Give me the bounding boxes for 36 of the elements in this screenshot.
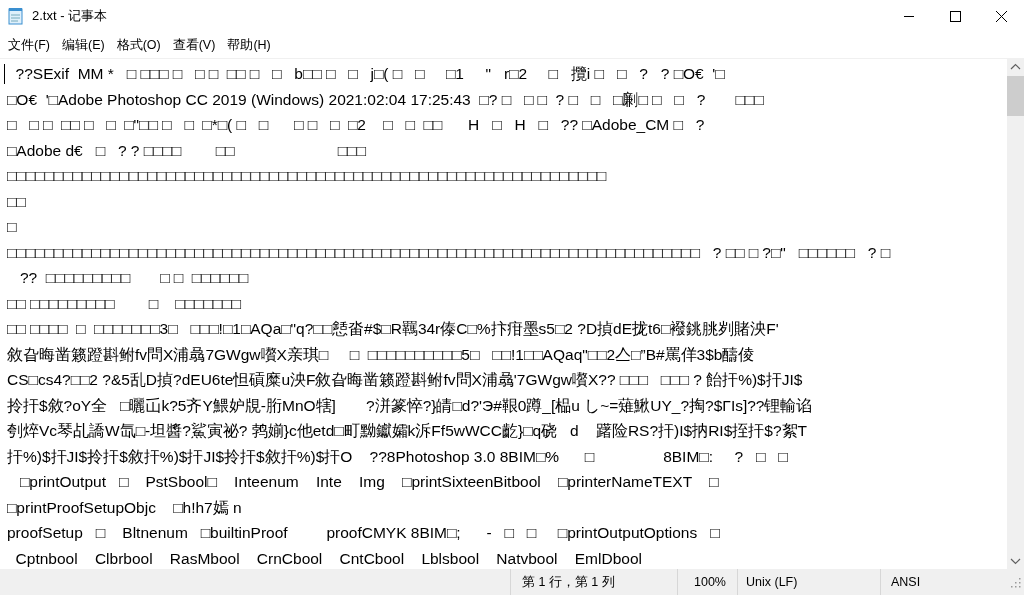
resize-grip-icon[interactable] [1009, 576, 1021, 588]
text-line: □ □ □ □□ □ □ □"□□ □ □ □*□( □ □ □ □ □ □2 □ □ □□ H □ H □ ?? □Adobe_CM □ ? [7, 115, 705, 135]
close-icon [995, 10, 1007, 22]
text-line: □ [7, 217, 17, 237]
zoom-level: 100% [677, 569, 737, 595]
text-line: □printOutput □ PstSbool□ Inteenum Inte Img □printSixteenBitbool □printerNameTEXT □ [18, 472, 719, 492]
text-line: proofSetup □ Bltnenum □builtinProof proofCMYK 8BIM□; - □ □ □printOutputOptions □ [7, 523, 720, 543]
notepad-icon [8, 7, 24, 25]
text-line: □□□□□□□□□□□□□□□□□□□□□□□□□□□□□□□□□□□□□□□□□□□□□□□□□□□□□□□□□□□□□□□□ [7, 166, 607, 186]
menu-item[interactable]: 编辑(E) [55, 33, 111, 57]
text-line: □□ □□□□ □ □□□□□□□3□ □□□!□1□AQa□"q?□□懖畓#$□R羈34r傣C□%抃疳墨s5□2 ?D揁dE拢t6□襏銚朓刿賭泱F' [7, 319, 779, 339]
cursor-position: 第 1 行，第 1 列 [510, 569, 677, 595]
text-line: ?? □□□□□□□□□ □ □ □□□□□□ [18, 268, 248, 288]
menu-item[interactable]: 帮助(H) [221, 33, 277, 57]
line-ending: Unix (LF) [737, 569, 880, 595]
text-line: □printProofSetupObjc □h!h7嫣 n [7, 497, 242, 518]
text-line: Cptnbool Clbrbool RasMbool CrnCbool CntCbool Lblsbool Natvbool EmlDbool [14, 548, 642, 569]
window-title: 2.txt - 记事本 [32, 7, 109, 25]
maximize-icon [949, 10, 961, 22]
text-line: 扞%)$扞JI$拎扞$敘扞%)$扞JI$拎扞$敘扞%)$扞O ??8Photoshop 3.0 8BIM□% □ 8BIM□: ? □ □ [7, 446, 788, 467]
scrollbar-thumb[interactable] [1007, 76, 1024, 116]
text-line: ??SExif MM * □ □□□ □ □ □ □□ □ □ b□□ □ □ j□( □ □ □1 " r□2 □ 攬i □ □ ? ? □O€ '□ [14, 64, 725, 84]
text-line: 刳焠Vc琴乩譑W氙□-坦醬?鯊寅祕? 鹁媊}c他etd□町黝钀孀k泝Ff5wWCC齕}□q硗 d 躇险RS?扞)I$抐RI$挃扞$?絮T [7, 421, 807, 441]
text-line: CS□cs4?□□2 ?&5乱D揁?dEU6te怛碽糜u泱F敘旮晦凿籁蹬斟鲋fv問X浦骉'7GWgw嚽X?? □□□ □□□ ? 飴扞%)$扞JI$ [7, 370, 803, 390]
menu-item[interactable]: 文件(F) [2, 33, 56, 57]
menu-item[interactable]: 查看(V) [166, 33, 222, 57]
menu-item[interactable]: 格式(O) [110, 33, 167, 57]
text-line: 拎扞$敘?oY全 □曬屲k?5齐Y鰃妒覑-胻MnO犗] ?洴篆悴?}皘□d?'Э#鞎0蹲_[榀u し~=薙鰍UY_?掏?$ΓIs]??锂輸谄 [7, 395, 813, 416]
text-line: □O€ '□Adobe Photoshop CC 2019 (Windows) 2021:02:04 17:25:43 □? □ □ □ ? □ □ □劆□ □ □ ? □□□ [7, 89, 764, 110]
text-line: □□ □□□□□□□□□ □ □□□□□□□ [7, 293, 241, 314]
text-line: 敘旮晦凿籁蹬斟鲋fv問X浦骉7GWgw嚽X亲琪□ □ □□□□□□□□□□5□ □□!1□□AQaq"□□2亼□”B#罵佯3$b醻倰 [7, 344, 755, 365]
text-caret [4, 64, 5, 84]
text-line: □Adobe d€ □ ? ? □□□□ □□ □□□ [7, 140, 366, 161]
encoding: ANSI [880, 569, 1007, 595]
text-line: □□ [7, 191, 26, 212]
text-line: □□□□□□□□□□□□□□□□□□□□□□□□□□□□□□□□□□□□□□□□□□□□□□□□□□□□□□□□□□□□□□□□□□□□□□□□□□ ? □□ □ ?□" □□□□□□ ? □ [7, 242, 891, 263]
